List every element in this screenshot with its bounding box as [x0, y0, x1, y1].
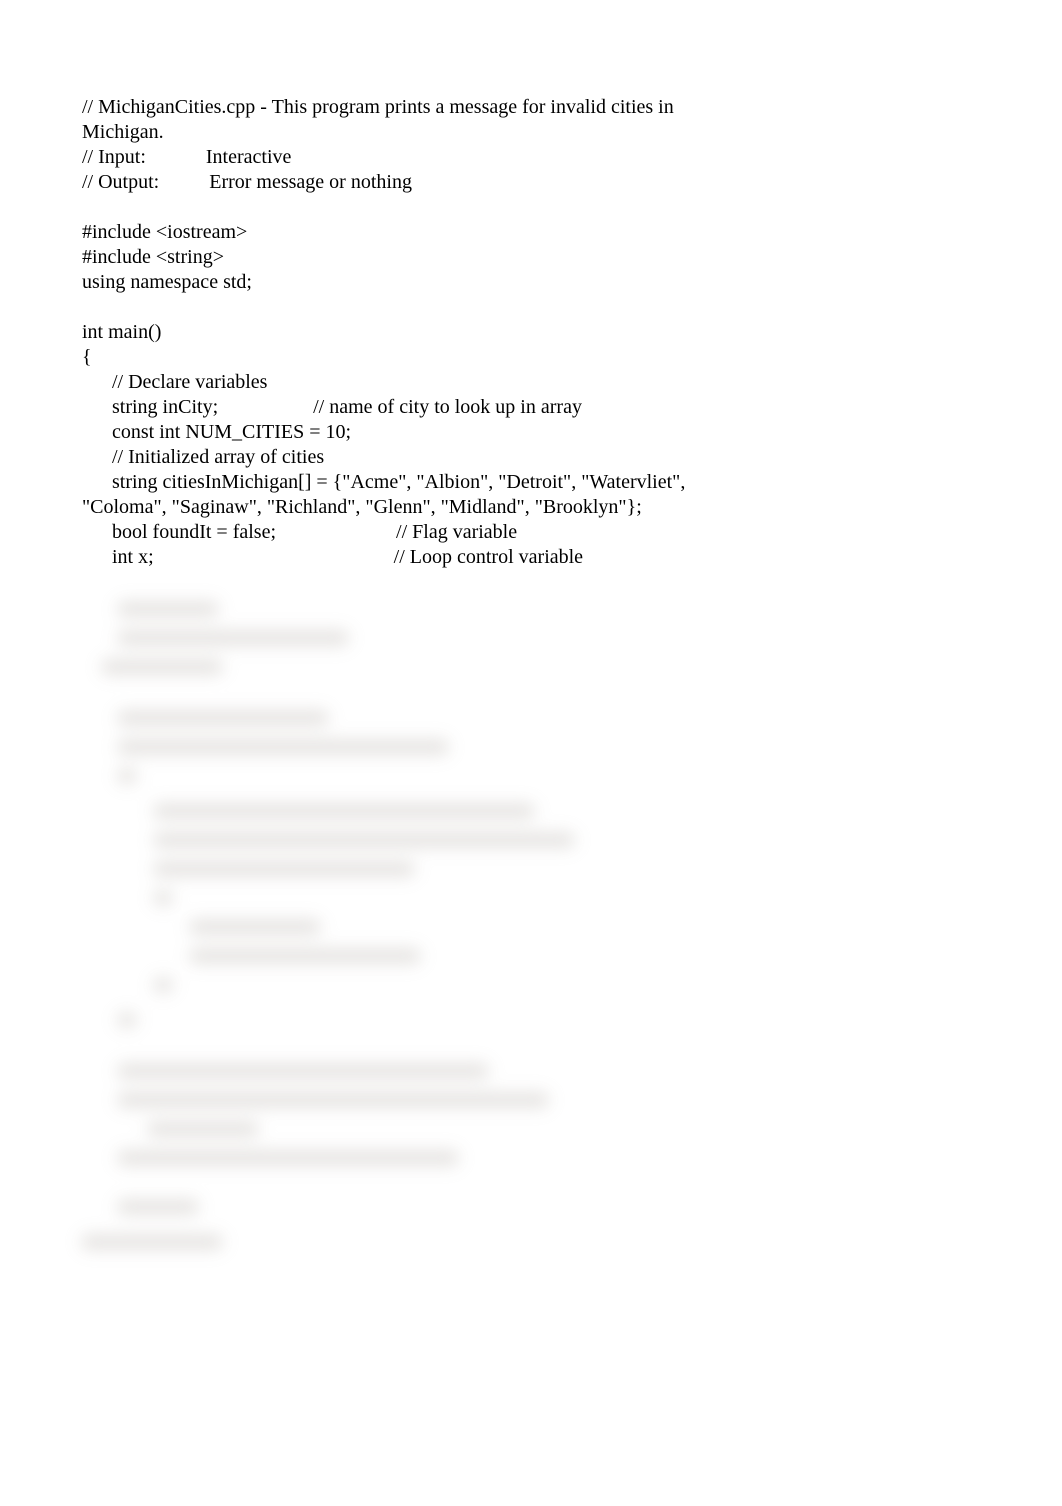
code-line: int main() [82, 321, 161, 343]
code-line: #include <string> [82, 246, 224, 268]
code-line: Michigan. [82, 121, 164, 143]
code-line: "Coloma", "Saginaw", "Richland", "Glenn"… [82, 496, 642, 518]
code-line: bool foundIt = false; // Flag variable [82, 521, 517, 543]
code-line: using namespace std; [82, 271, 252, 293]
document-page: // MichiganCities.cpp - This program pri… [0, 0, 1062, 1260]
code-block: // MichiganCities.cpp - This program pri… [82, 70, 980, 570]
code-line: const int NUM_CITIES = 10; [82, 421, 351, 443]
code-line: // Output: Error message or nothing [82, 171, 412, 193]
code-line: { [82, 346, 92, 368]
code-line: // MichiganCities.cpp - This program pri… [82, 96, 674, 118]
code-line: string inCity; // name of city to look u… [82, 396, 582, 418]
code-line: // Input: Interactive [82, 146, 291, 168]
blurred-code-region [82, 598, 980, 1260]
code-line: #include <iostream> [82, 221, 247, 243]
code-line: // Declare variables [82, 371, 267, 393]
code-line: int x; // Loop control variable [82, 546, 583, 568]
code-line: // Initialized array of cities [82, 446, 324, 468]
code-line: string citiesInMichigan[] = {"Acme", "Al… [82, 471, 685, 493]
